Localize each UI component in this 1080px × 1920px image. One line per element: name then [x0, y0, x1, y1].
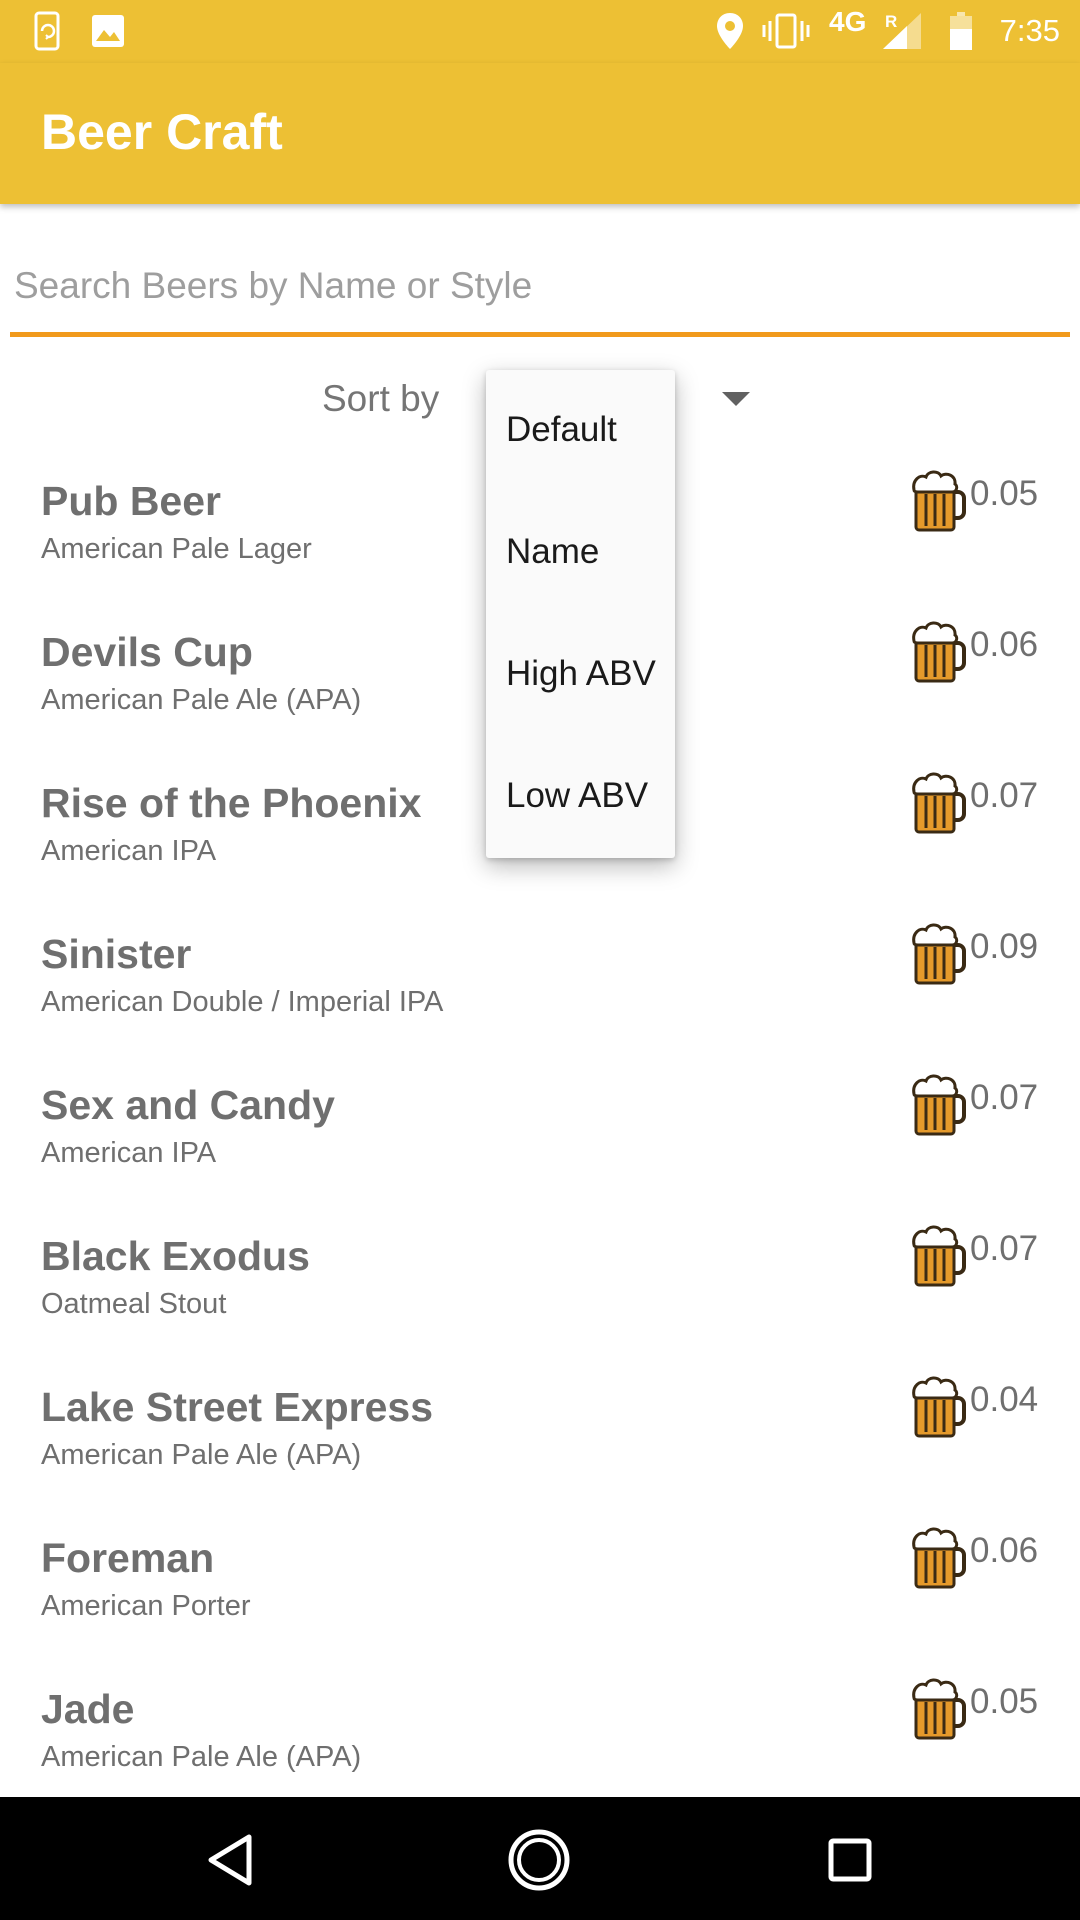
- search-underline: [10, 332, 1070, 337]
- beer-name: Sinister: [41, 931, 192, 977]
- beer-style: American Porter: [41, 1590, 251, 1622]
- beer-abv: 0.05: [970, 1682, 1039, 1721]
- sort-option-label: Name: [506, 532, 600, 571]
- beer-list-item[interactable]: Sex and Candy American IPA 0.07: [0, 1054, 1080, 1205]
- search-box: [10, 238, 1070, 338]
- beer-mug-icon: [910, 1374, 968, 1438]
- sort-menu: Default Name High ABV Low ABV: [486, 370, 675, 858]
- beer-abv: 0.07: [970, 1078, 1039, 1117]
- app-title: Beer Craft: [41, 104, 283, 160]
- search-input[interactable]: [10, 238, 1070, 334]
- back-icon[interactable]: [195, 1825, 265, 1895]
- beer-abv: 0.07: [970, 1229, 1039, 1268]
- beer-name: Sex and Candy: [41, 1082, 335, 1128]
- battery-icon: [946, 10, 976, 52]
- image-icon: [88, 10, 128, 52]
- recents-icon[interactable]: [815, 1825, 885, 1895]
- beer-style: American IPA: [41, 1137, 217, 1169]
- beer-abv: 0.06: [970, 1531, 1039, 1570]
- clock: 7:35: [999, 13, 1060, 48]
- beer-name: Foreman: [41, 1535, 215, 1581]
- screen: 4G R 7:35 Beer Craft Sort by Pub BeerAm: [0, 0, 1080, 1920]
- sort-option-high-abv[interactable]: High ABV: [486, 614, 675, 736]
- beer-style: American Pale Ale (APA): [41, 1741, 362, 1773]
- beer-style: American Pale Ale (APA): [41, 1439, 362, 1471]
- beer-style: American Pale Lager: [41, 533, 312, 565]
- beer-abv: 0.06: [970, 625, 1039, 664]
- beer-mug-icon: [910, 1223, 968, 1287]
- beer-mug-icon: [910, 468, 968, 532]
- beer-name: Jade: [41, 1686, 135, 1732]
- sort-option-label: Low ABV: [506, 776, 649, 815]
- nav-bar: [0, 1797, 1080, 1920]
- home-icon[interactable]: [504, 1825, 574, 1895]
- beer-name: Lake Street Express: [41, 1384, 434, 1430]
- beer-mug-icon: [910, 1072, 968, 1136]
- signal-icon: [880, 10, 926, 52]
- beer-name: Devils Cup: [41, 629, 253, 675]
- status-bar: 4G R 7:35: [0, 0, 1080, 63]
- beer-list-item[interactable]: Lake Street Express American Pale Ale (AP…: [0, 1356, 1080, 1507]
- beer-name: Black Exodus: [41, 1233, 310, 1279]
- sort-option-label: High ABV: [506, 654, 656, 693]
- phone-sync-icon: [28, 10, 68, 52]
- beer-list-item[interactable]: Jade American Pale Ale (APA) 0.05: [0, 1658, 1080, 1809]
- beer-list-item[interactable]: Foreman American Porter 0.06: [0, 1507, 1080, 1658]
- beer-mug-icon: [910, 619, 968, 683]
- vibrate-icon: [760, 10, 812, 52]
- app-bar: Beer Craft: [0, 63, 1080, 204]
- sort-option-low-abv[interactable]: Low ABV: [486, 736, 675, 858]
- network-label: 4G: [829, 6, 867, 37]
- beer-name: Rise of the Phoenix: [41, 780, 422, 826]
- beer-abv: 0.07: [970, 776, 1039, 815]
- beer-mug-icon: [910, 1676, 968, 1740]
- sort-dropdown-arrow-icon[interactable]: [722, 392, 750, 406]
- beer-list-item[interactable]: Black Exodus Oatmeal Stout 0.07: [0, 1205, 1080, 1356]
- beer-style: American Pale Ale (APA): [41, 684, 362, 716]
- beer-abv: 0.05: [970, 474, 1039, 513]
- location-icon: [714, 10, 746, 52]
- beer-mug-icon: [910, 1525, 968, 1589]
- sort-option-label: Default: [506, 410, 617, 449]
- sort-option-default[interactable]: Default: [486, 370, 675, 492]
- beer-name: Pub Beer: [41, 478, 221, 524]
- beer-abv: 0.04: [970, 1380, 1039, 1419]
- beer-list-item[interactable]: Sinister American Double / Imperial IPA 0.…: [0, 903, 1080, 1054]
- beer-style: Oatmeal Stout: [41, 1288, 227, 1320]
- beer-mug-icon: [910, 770, 968, 834]
- beer-abv: 0.09: [970, 927, 1039, 966]
- beer-style: American IPA: [41, 835, 217, 867]
- beer-style: American Double / Imperial IPA: [41, 986, 444, 1018]
- sort-label: Sort by: [322, 378, 440, 419]
- beer-mug-icon: [910, 921, 968, 985]
- sort-option-name[interactable]: Name: [486, 492, 675, 614]
